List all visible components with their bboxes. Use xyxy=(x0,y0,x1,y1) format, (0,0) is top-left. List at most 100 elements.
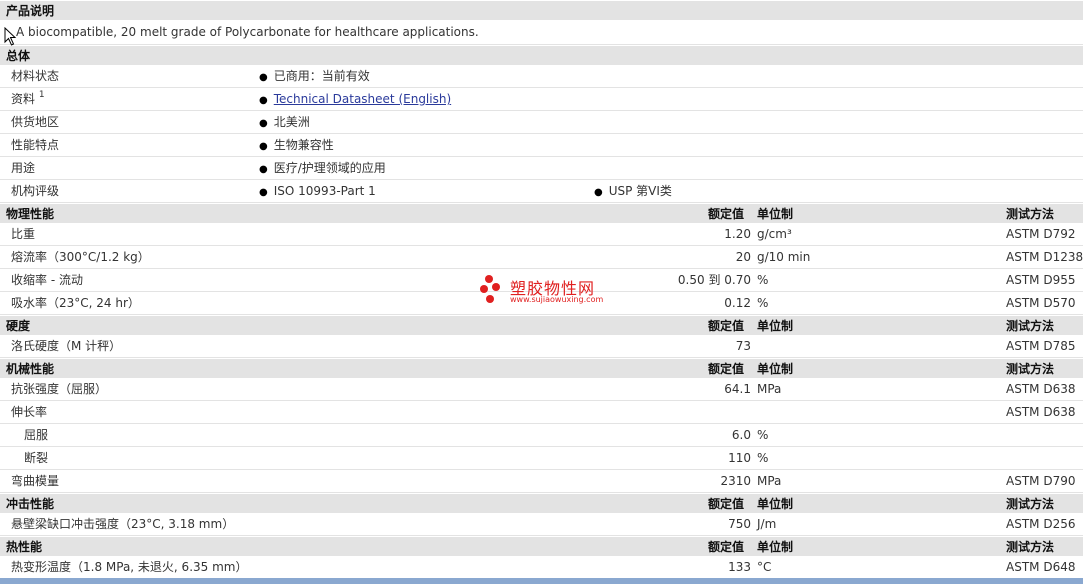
row-label: 熔流率（300°C/1.2 kg） xyxy=(11,250,150,264)
row-test: ASTM D792 xyxy=(1006,227,1076,241)
row-label: 供货地区 xyxy=(11,115,60,129)
section-title: 机械性能 xyxy=(6,362,55,376)
row-test: ASTM D790 xyxy=(1006,474,1076,488)
col-header-nominal: 额定值 xyxy=(708,362,745,376)
watermark-dots-icon xyxy=(480,275,500,303)
table-row: 热变形温度（1.8 MPa, 未退火, 6.35 mm） 133 °C ASTM… xyxy=(0,556,1083,579)
row-value: 73 xyxy=(735,339,751,353)
section-header-physical: 物理性能 额定值 单位制 测试方法 xyxy=(0,203,1083,223)
description-text: A biocompatible, 20 melt grade of Polyca… xyxy=(16,25,479,39)
row-value: 1.20 xyxy=(724,227,751,241)
row-label: 弯曲模量 xyxy=(11,474,60,488)
row-unit: % xyxy=(757,428,769,442)
row-value: ● 生物兼容性 xyxy=(259,138,334,152)
col-header-test: 测试方法 xyxy=(1006,362,1055,376)
bullet-icon: ● xyxy=(259,118,268,129)
bullet-icon: ● xyxy=(259,72,268,83)
bullet-icon: ● xyxy=(594,187,603,198)
general-row-uses: 用途 ● 医疗/护理领域的应用 xyxy=(0,157,1083,180)
col-header-test: 测试方法 xyxy=(1006,207,1055,221)
row-label: 机构评级 xyxy=(11,184,60,198)
row-test: ASTM D638 xyxy=(1006,405,1076,419)
row-label: 用途 xyxy=(11,161,36,175)
row-unit: % xyxy=(757,451,769,465)
col-header-test: 测试方法 xyxy=(1006,540,1055,554)
table-row: 洛氏硬度（M 计秤） 73 ASTM D785 xyxy=(0,335,1083,358)
row-unit: MPa xyxy=(757,474,782,488)
row-label: 吸水率（23°C, 24 hr） xyxy=(11,296,140,310)
row-test: ASTM D955 xyxy=(1006,273,1076,287)
row-test: ASTM D256 xyxy=(1006,517,1076,531)
row-unit: % xyxy=(757,273,769,287)
row-label: 屈服 xyxy=(24,428,49,442)
row-label: 材料状态 xyxy=(11,69,60,83)
section-title: 总体 xyxy=(6,49,31,63)
watermark-logo: 塑胶物性网 www.sujiaowuxing.com xyxy=(478,273,618,313)
col-header-unit: 单位制 xyxy=(757,207,794,221)
row-test: ASTM D785 xyxy=(1006,339,1076,353)
col-header-test: 测试方法 xyxy=(1006,497,1055,511)
footnote-marker: 1 xyxy=(38,90,45,100)
section-title: 冲击性能 xyxy=(6,497,55,511)
general-row-status: 材料状态 ● 已商用：当前有效 xyxy=(0,65,1083,88)
col-header-unit: 单位制 xyxy=(757,319,794,333)
section-header-impact: 冲击性能 额定值 单位制 测试方法 xyxy=(0,493,1083,513)
table-row: 抗张强度（屈服） 64.1 MPa ASTM D638 xyxy=(0,378,1083,401)
table-row: 弯曲模量 2310 MPa ASTM D790 xyxy=(0,470,1083,493)
bullet-icon: ● xyxy=(259,187,268,198)
row-label: 洛氏硬度（M 计秤） xyxy=(11,339,122,353)
row-label: 悬壁梁缺口冲击强度（23°C, 3.18 mm） xyxy=(11,517,235,531)
col-header-unit: 单位制 xyxy=(757,362,794,376)
table-row: 悬壁梁缺口冲击强度（23°C, 3.18 mm） 750 J/m ASTM D2… xyxy=(0,513,1083,536)
row-test: ASTM D570 xyxy=(1006,296,1076,310)
table-row: 比重 1.20 g/cm³ ASTM D792 xyxy=(0,223,1083,246)
row-label: 资料 1 xyxy=(11,90,45,106)
row-unit: g/10 min xyxy=(757,250,811,264)
section-header-description: 产品说明 xyxy=(0,0,1083,20)
section-header-mechanical: 机械性能 额定值 单位制 测试方法 xyxy=(0,358,1083,378)
row-value: 6.0 xyxy=(731,428,751,442)
row-value: ● 医疗/护理领域的应用 xyxy=(259,161,386,175)
bullet-icon: ● xyxy=(259,141,268,152)
bullet-icon: ● xyxy=(259,95,268,106)
row-value: ● 已商用：当前有效 xyxy=(259,69,370,83)
row-value: 133 xyxy=(728,560,751,574)
row-value: 750 xyxy=(728,517,751,531)
row-label: 性能特点 xyxy=(11,138,60,152)
row-unit: g/cm³ xyxy=(757,227,792,241)
col-header-nominal: 额定值 xyxy=(708,497,745,511)
row-unit: J/m xyxy=(757,517,777,531)
row-label: 收缩率 - 流动 xyxy=(11,273,83,287)
row-label: 比重 xyxy=(11,227,36,241)
row-label: 抗张强度（屈服） xyxy=(11,382,108,396)
datasheet-link[interactable]: Technical Datasheet (English) xyxy=(274,92,451,106)
row-value: 20 xyxy=(735,250,751,264)
section-header-hardness: 硬度 额定值 单位制 测试方法 xyxy=(0,315,1083,335)
section-header-general: 总体 xyxy=(0,45,1083,65)
col-header-nominal: 额定值 xyxy=(708,319,745,333)
row-value: ● Technical Datasheet (English) xyxy=(259,88,451,112)
row-label: 伸长率 xyxy=(11,405,48,419)
row-value: 0.12 xyxy=(724,296,751,310)
row-value-2: ● USP 第VI类 xyxy=(594,184,672,198)
section-header-thermal: 热性能 额定值 单位制 测试方法 xyxy=(0,536,1083,556)
section-title: 硬度 xyxy=(6,319,31,333)
watermark-url: www.sujiaowuxing.com xyxy=(510,295,604,304)
description-row: A biocompatible, 20 melt grade of Polyca… xyxy=(0,20,1083,45)
col-header-nominal: 额定值 xyxy=(708,540,745,554)
row-value: 0.50 到 0.70 xyxy=(677,273,751,287)
row-value: ● ISO 10993-Part 1 xyxy=(259,184,376,198)
row-unit: °C xyxy=(757,560,772,574)
row-test: ASTM D638 xyxy=(1006,382,1076,396)
section-title: 物理性能 xyxy=(6,207,55,221)
table-row: 伸长率 ASTM D638 xyxy=(0,401,1083,424)
bullet-icon: ● xyxy=(259,164,268,175)
row-label: 断裂 xyxy=(24,451,49,465)
row-unit: % xyxy=(757,296,769,310)
col-header-test: 测试方法 xyxy=(1006,319,1055,333)
col-header-nominal: 额定值 xyxy=(708,207,745,221)
section-title: 产品说明 xyxy=(6,4,55,18)
table-row: 屈服 6.0 % xyxy=(0,424,1083,447)
row-unit: MPa xyxy=(757,382,782,396)
row-label: 热变形温度（1.8 MPa, 未退火, 6.35 mm） xyxy=(11,560,248,574)
